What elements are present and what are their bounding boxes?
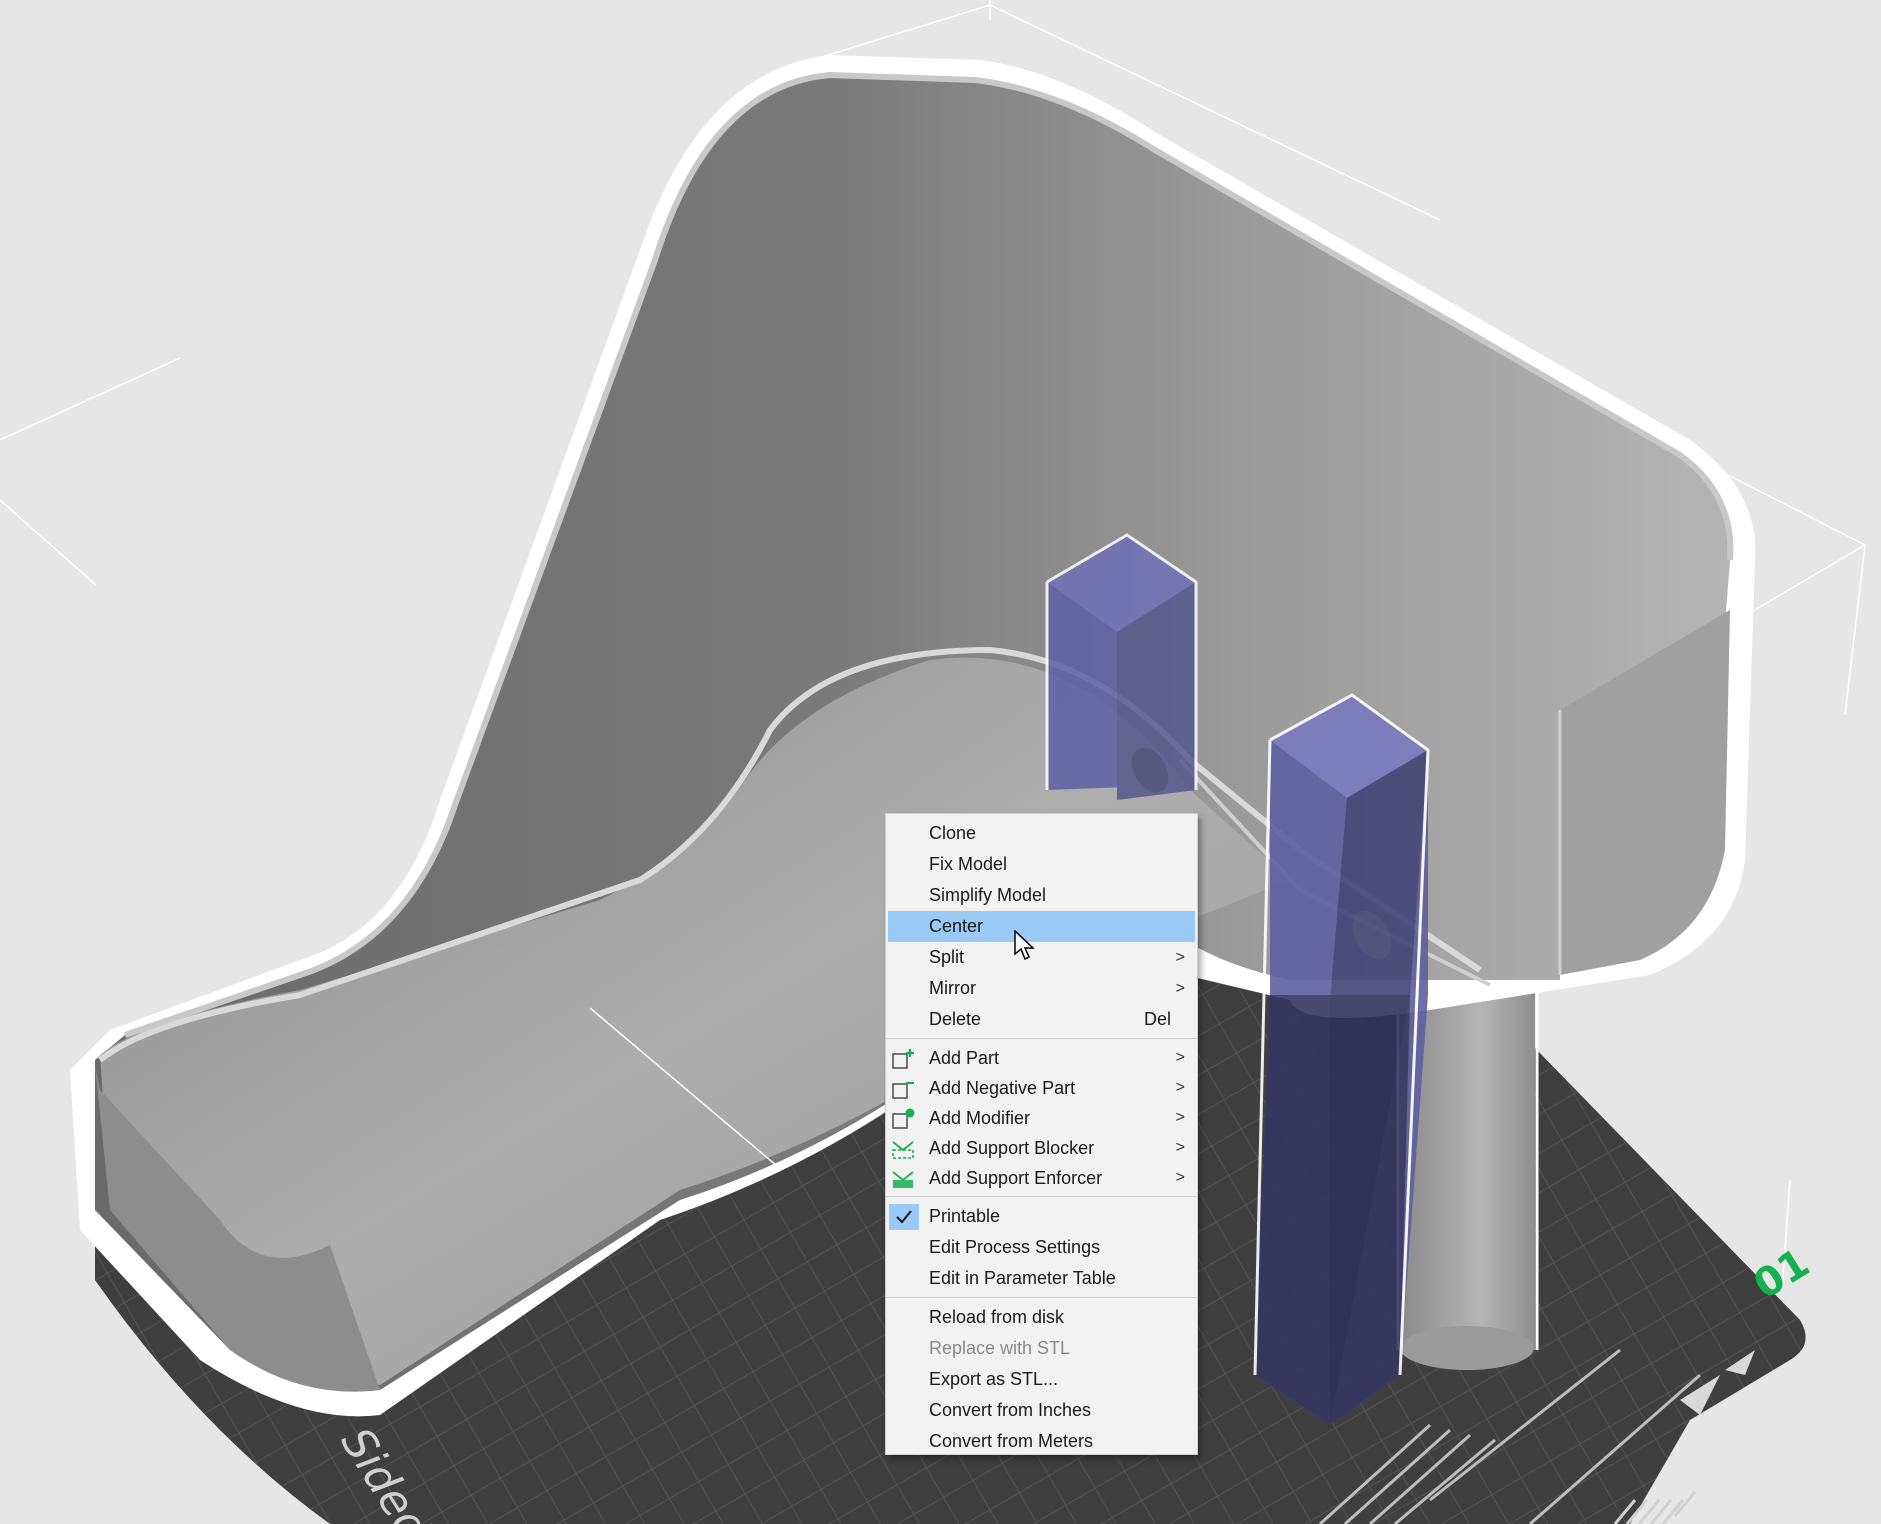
menu-item-export-as-stl[interactable]: Export as STL... [886, 1364, 1197, 1395]
menu-item-label: Export as STL... [929, 1369, 1059, 1389]
add-negative-part-icon [891, 1078, 915, 1100]
menu-item-add-part[interactable]: Add Part > [886, 1043, 1197, 1073]
menu-item-printable[interactable]: Printable [886, 1201, 1197, 1232]
menu-item-convert-from-meters[interactable]: Convert from Meters [886, 1426, 1197, 1457]
menu-item-mirror[interactable]: Mirror > [886, 973, 1197, 1004]
menu-separator [886, 1038, 1197, 1039]
modifier-box-left [1045, 533, 1198, 800]
menu-item-add-support-enforcer[interactable]: Add Support Enforcer > [886, 1163, 1197, 1193]
menu-item-label: Delete [929, 1009, 982, 1029]
menu-item-replace-with-stl: Replace with STL [886, 1333, 1197, 1364]
menu-item-label: Add Part [929, 1048, 1000, 1068]
menu-item-convert-from-inches[interactable]: Convert from Inches [886, 1395, 1197, 1426]
menu-item-label: Add Negative Part [929, 1078, 1076, 1098]
menu-item-edit-process-settings[interactable]: Edit Process Settings [886, 1232, 1197, 1263]
menu-item-label: Add Support Enforcer [929, 1168, 1103, 1188]
menu-item-label: Add Modifier [929, 1108, 1031, 1128]
submenu-arrow-icon: > [1175, 1109, 1185, 1126]
menu-item-label: Convert from Meters [929, 1431, 1094, 1451]
menu-separator [886, 1297, 1197, 1298]
menu-item-simplify-model[interactable]: Simplify Model [886, 880, 1197, 911]
menu-item-reload-from-disk[interactable]: Reload from disk [886, 1302, 1197, 1333]
menu-item-label: Reload from disk [929, 1307, 1065, 1327]
menu-item-clone[interactable]: Clone [886, 818, 1197, 849]
menu-item-label: Clone [929, 823, 977, 843]
menu-item-label: Edit in Parameter Table [929, 1268, 1116, 1288]
support-enforcer-icon [891, 1168, 915, 1190]
context-menu: Clone Fix Model Simplify Model Center Sp… [885, 813, 1198, 1455]
submenu-arrow-icon: > [1175, 949, 1185, 966]
shortcut-label: Del [1143, 1009, 1171, 1029]
add-modifier-icon [891, 1108, 915, 1130]
menu-item-split[interactable]: Split > [886, 942, 1197, 973]
submenu-arrow-icon: > [1175, 1139, 1185, 1156]
submenu-arrow-icon: > [1175, 1079, 1185, 1096]
menu-item-add-modifier[interactable]: Add Modifier > [886, 1103, 1197, 1133]
menu-item-label: Printable [929, 1206, 1001, 1226]
menu-item-label: Mirror [929, 978, 976, 998]
menu-item-label: Add Support Blocker [929, 1138, 1095, 1158]
checkmark-icon [889, 1204, 919, 1230]
menu-separator [886, 1196, 1197, 1197]
menu-item-fix-model[interactable]: Fix Model [886, 849, 1197, 880]
submenu-arrow-icon: > [1175, 1049, 1185, 1066]
menu-item-label: Fix Model [929, 854, 1008, 874]
support-blocker-icon [891, 1138, 915, 1160]
modifier-box-right [1253, 693, 1430, 1425]
menu-item-label: Simplify Model [929, 885, 1047, 905]
menu-item-add-support-blocker[interactable]: Add Support Blocker > [886, 1133, 1197, 1163]
menu-item-label: Edit Process Settings [929, 1237, 1101, 1257]
menu-item-label: Center [929, 916, 984, 936]
mouse-cursor-icon [1014, 929, 1036, 967]
submenu-arrow-icon: > [1175, 1169, 1185, 1186]
menu-item-label: Convert from Inches [929, 1400, 1092, 1420]
add-part-icon [891, 1048, 915, 1070]
menu-item-delete[interactable]: Delete Del [886, 1004, 1197, 1035]
menu-item-label: Replace with STL [929, 1338, 1071, 1358]
menu-item-add-negative-part[interactable]: Add Negative Part > [886, 1073, 1197, 1103]
submenu-arrow-icon: > [1175, 980, 1185, 997]
menu-item-center[interactable]: Center [888, 911, 1195, 942]
menu-item-label: Split [929, 947, 965, 967]
menu-item-edit-parameter-table[interactable]: Edit in Parameter Table [886, 1263, 1197, 1294]
